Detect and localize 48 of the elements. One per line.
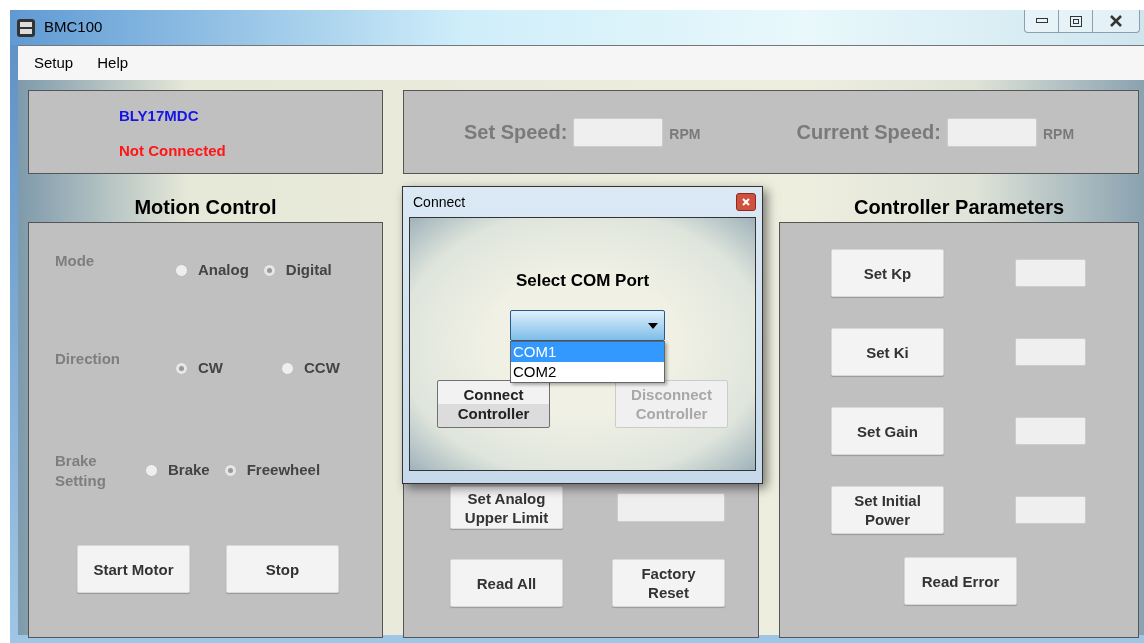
speed-label: Set Speed: <box>464 120 568 145</box>
button: Disconnect Controller <box>615 380 728 428</box>
value-field[interactable] <box>1015 338 1086 366</box>
app-logo-icon <box>16 17 36 38</box>
radio-button[interactable]: CW <box>175 357 267 380</box>
dropdown-caret-icon <box>648 322 658 329</box>
section-heading: Motion Control <box>133 195 278 220</box>
button[interactable]: Start Motor <box>77 545 190 593</box>
window-title: BMC100 <box>44 17 103 38</box>
model-label: BLY17MDC <box>119 106 200 126</box>
dialog-heading: Select COM Port <box>514 270 651 292</box>
button[interactable]: Read All <box>450 559 563 607</box>
button[interactable]: Set Kp <box>831 249 944 297</box>
menu-item[interactable]: Setup <box>34 51 74 75</box>
button[interactable]: Set Gain <box>831 407 944 455</box>
button[interactable]: Set Ki <box>831 328 944 376</box>
group-label: Mode <box>55 251 96 271</box>
connection-status: Not Connected <box>119 140 227 161</box>
dialog-title: Connect <box>413 192 466 212</box>
close-icon <box>742 198 750 206</box>
radio-button[interactable]: Digital <box>262 259 332 282</box>
unit-label: RPM <box>669 125 701 144</box>
value-field[interactable] <box>617 493 725 522</box>
dropdown-option[interactable]: COM2 <box>511 362 664 382</box>
com-port-dropdown[interactable] <box>510 310 665 341</box>
speed-label: Current Speed: <box>796 120 941 145</box>
radio-button[interactable]: Analog <box>175 259 249 282</box>
radio-button[interactable]: CCW <box>281 357 373 380</box>
maximize-icon <box>1069 15 1082 27</box>
minimize-icon <box>1035 18 1048 24</box>
button[interactable]: Factory Reset <box>612 559 725 607</box>
button[interactable]: Stop <box>226 545 339 593</box>
value-field[interactable] <box>1015 417 1086 445</box>
radio-button[interactable]: Brake <box>145 459 210 482</box>
radio-button[interactable]: Freewheel <box>223 459 321 482</box>
close-button[interactable] <box>736 193 756 211</box>
unit-label: RPM <box>1042 125 1075 144</box>
button[interactable]: Connect Controller <box>437 380 550 428</box>
section-heading: Controller Parameters <box>852 195 1066 220</box>
menu-item[interactable]: Help <box>97 51 129 75</box>
button[interactable]: Set Initial Power <box>831 486 944 534</box>
group-label: Direction <box>55 349 121 369</box>
close-icon <box>1109 15 1123 27</box>
value-field[interactable] <box>1015 496 1086 524</box>
button[interactable]: Set Analog Upper Limit <box>450 486 563 529</box>
value-field[interactable] <box>1015 259 1086 287</box>
button[interactable]: Read Error <box>904 557 1017 605</box>
group-label: Brake Setting <box>55 451 107 491</box>
